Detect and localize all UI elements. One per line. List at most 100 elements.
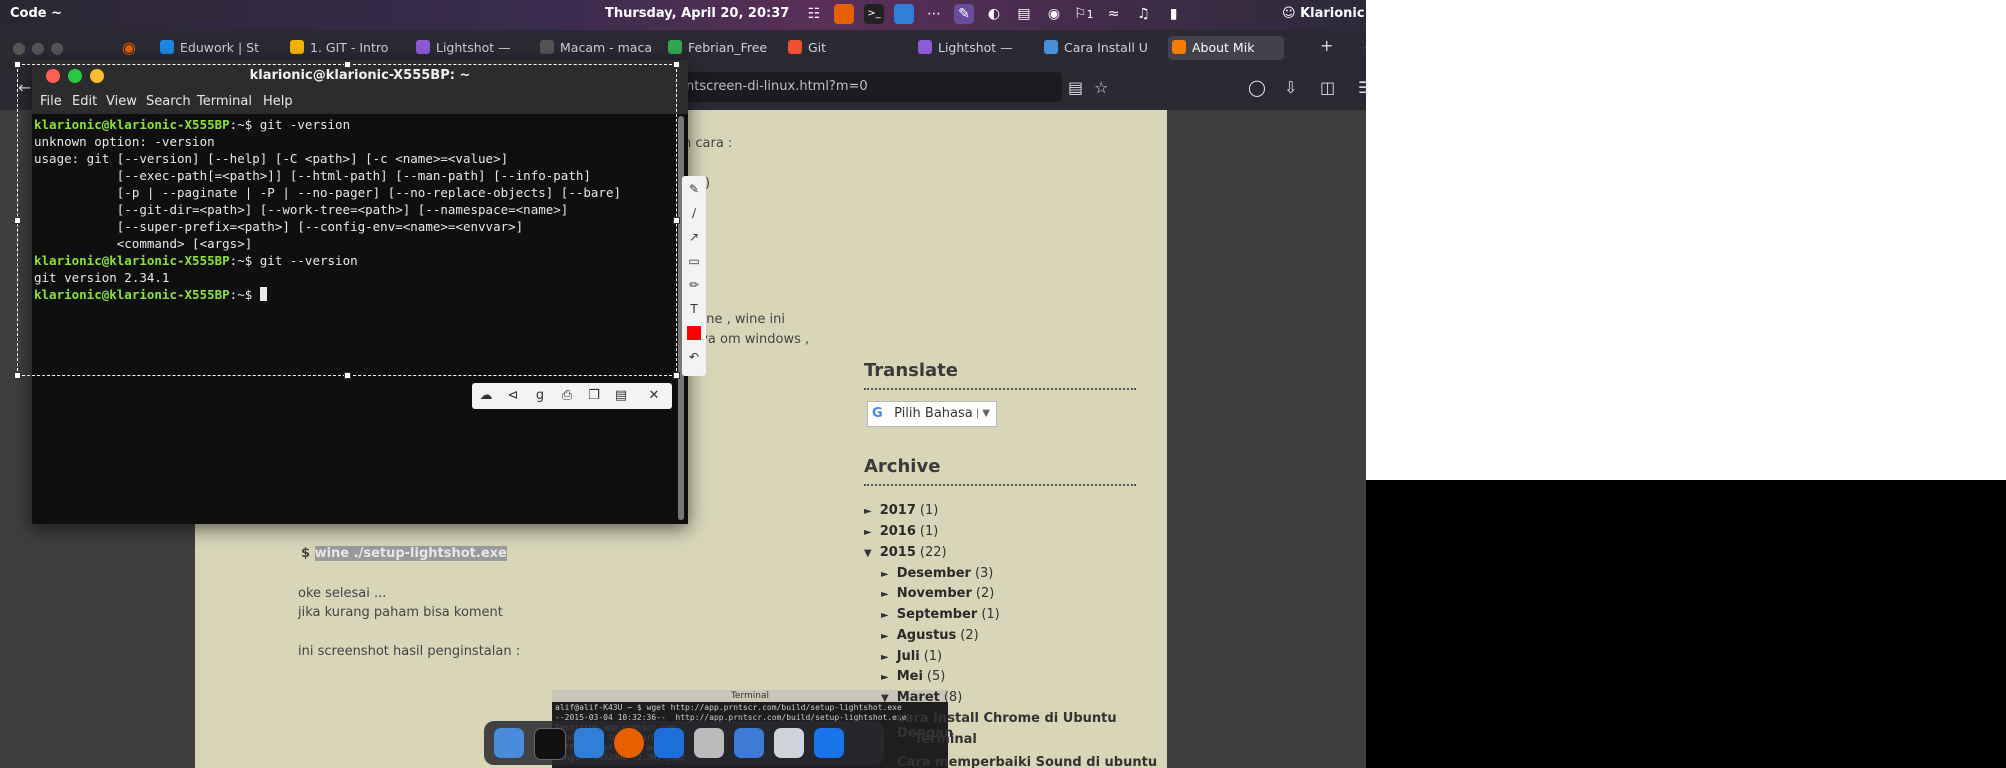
rectangle-icon[interactable]: ▭ bbox=[687, 254, 701, 268]
resize-handle[interactable] bbox=[14, 217, 21, 224]
archive-label[interactable]: Mei bbox=[897, 669, 923, 684]
software-dock-icon[interactable] bbox=[734, 728, 764, 758]
wifi-icon[interactable]: ≈ bbox=[1104, 4, 1124, 24]
bookmark-star-icon[interactable]: ☆ bbox=[1094, 78, 1108, 97]
expand-right-icon[interactable]: ► bbox=[881, 610, 889, 621]
vscode-tray-icon[interactable] bbox=[894, 4, 914, 24]
archive-label[interactable]: Desember bbox=[897, 566, 971, 581]
browser-tab[interactable]: Lightshot — bbox=[914, 36, 1030, 60]
expand-right-icon[interactable]: ► bbox=[881, 589, 889, 600]
pencil-icon[interactable]: ✎ bbox=[687, 182, 701, 196]
taskmanager-dock-icon[interactable] bbox=[654, 728, 684, 758]
translate-select[interactable]: G Pilih Bahasa | ▼ bbox=[867, 401, 997, 427]
archive-label[interactable]: 2016 bbox=[880, 524, 916, 539]
archive-post-link[interactable]: Terminal bbox=[914, 732, 977, 747]
extensions-icon[interactable]: ◫ bbox=[1320, 78, 1335, 97]
vscode-dock-icon[interactable] bbox=[574, 728, 604, 758]
menu-icon[interactable]: ☰ bbox=[1358, 78, 1366, 97]
browser-tab[interactable]: Febrian_Free bbox=[664, 36, 780, 60]
reader-view-icon[interactable]: ▤ bbox=[1068, 78, 1083, 97]
tab-list-icon[interactable]: ⌄ bbox=[1362, 36, 1366, 55]
files-dock-icon[interactable] bbox=[774, 728, 804, 758]
archive-item[interactable]: ▼ 2015 (22) bbox=[864, 545, 947, 560]
resize-handle[interactable] bbox=[673, 61, 680, 68]
expand-right-icon[interactable]: ► bbox=[881, 631, 889, 642]
active-app-label[interactable]: Code ~ bbox=[10, 6, 62, 21]
browser-tab[interactable]: Git bbox=[784, 36, 900, 60]
browser-tab[interactable]: Cara Install U bbox=[1040, 36, 1156, 60]
archive-label[interactable]: Juli bbox=[897, 649, 920, 664]
browser-tab[interactable]: Eduwork | St bbox=[156, 36, 272, 60]
expand-right-icon[interactable]: ► bbox=[881, 569, 889, 580]
browser-tab[interactable]: 1. GIT - Intro bbox=[286, 36, 402, 60]
line-icon[interactable]: ∕ bbox=[687, 206, 701, 220]
notification-icon[interactable]: ⚐1 bbox=[1074, 4, 1094, 24]
expand-right-icon[interactable]: ► bbox=[864, 527, 872, 538]
close-icon[interactable]: ✕ bbox=[646, 388, 662, 404]
browser-tab[interactable]: Lightshot — bbox=[412, 36, 528, 60]
archive-label[interactable]: Maret bbox=[897, 690, 940, 705]
archive-item[interactable]: ► 2017 (1) bbox=[864, 503, 938, 518]
expand-right-icon[interactable]: ► bbox=[881, 652, 889, 663]
marker-icon[interactable]: ✏ bbox=[687, 278, 701, 292]
appstore-dock-icon[interactable] bbox=[814, 728, 844, 758]
archive-item[interactable]: ► Desember (3) bbox=[881, 566, 993, 581]
arrow-icon[interactable]: ↗ bbox=[687, 230, 701, 244]
lightshot-tray-icon[interactable]: ✎ bbox=[954, 4, 974, 24]
user-name[interactable]: ☺ Klarionic bbox=[1282, 6, 1365, 21]
archive-label[interactable]: 2017 bbox=[880, 503, 916, 518]
expand-down-icon[interactable]: ▼ bbox=[864, 548, 872, 559]
resize-handle[interactable] bbox=[673, 217, 680, 224]
print-icon[interactable]: ⎙ bbox=[559, 388, 575, 404]
window-controls[interactable]: ● ● ● bbox=[12, 38, 64, 57]
archive-item[interactable]: ► 2016 (1) bbox=[864, 524, 938, 539]
browser-tab[interactable]: About Mik bbox=[1168, 36, 1284, 60]
firefox-view-icon[interactable]: ◉ bbox=[122, 38, 136, 57]
resize-handle[interactable] bbox=[14, 61, 21, 68]
archive-post-link[interactable]: Cara memperbaiki Sound di ubuntu bbox=[897, 755, 1157, 768]
archive-item[interactable]: ▼ Maret (8) bbox=[881, 690, 962, 705]
resize-handle[interactable] bbox=[344, 61, 351, 68]
expand-right-icon[interactable]: ► bbox=[864, 506, 872, 517]
resize-handle[interactable] bbox=[673, 372, 680, 379]
archive-item[interactable]: ► November (2) bbox=[881, 586, 994, 601]
save-icon[interactable]: ▤ bbox=[613, 388, 629, 404]
capture-selection[interactable] bbox=[14, 61, 680, 379]
undo-icon[interactable]: ↶ bbox=[687, 350, 701, 364]
archive-label[interactable]: Agustus bbox=[897, 628, 957, 643]
finder-icon[interactable] bbox=[494, 728, 524, 758]
archive-label[interactable]: 2015 bbox=[880, 545, 916, 560]
apps-grid-icon[interactable]: ☷ bbox=[804, 4, 824, 24]
text-tool-icon[interactable]: T bbox=[687, 302, 701, 316]
expand-down-icon[interactable]: ▼ bbox=[881, 693, 889, 704]
expand-right-icon[interactable]: ► bbox=[881, 672, 889, 683]
shield-icon[interactable]: ◉ bbox=[1044, 4, 1064, 24]
new-tab-icon[interactable]: + bbox=[1320, 36, 1333, 55]
resize-handle[interactable] bbox=[344, 372, 351, 379]
share-icon[interactable]: ⊲ bbox=[505, 388, 521, 404]
resize-handle[interactable] bbox=[14, 372, 21, 379]
color-swatch[interactable] bbox=[687, 326, 701, 340]
archive-label[interactable]: November bbox=[897, 586, 972, 601]
archive-item[interactable]: ► Juli (1) bbox=[881, 649, 942, 664]
more-icon[interactable]: ⋯ bbox=[924, 4, 944, 24]
firefox-tray-icon[interactable] bbox=[834, 4, 854, 24]
browser-tab[interactable]: Macam - macam bbox=[536, 36, 652, 60]
archive-label[interactable]: September bbox=[897, 607, 978, 622]
upload-icon[interactable]: ☁ bbox=[478, 388, 494, 404]
google-search-icon[interactable]: g bbox=[532, 388, 548, 404]
archive-item[interactable]: ► September (1) bbox=[881, 607, 1000, 622]
terminal-dock-icon[interactable] bbox=[534, 728, 566, 760]
downloads-icon[interactable]: ⇩ bbox=[1284, 78, 1297, 97]
toggle-icon[interactable]: ◐ bbox=[984, 4, 1004, 24]
archive-item[interactable]: ► Mei (5) bbox=[881, 669, 945, 684]
clock[interactable]: Thursday, April 20, 20:37 bbox=[605, 6, 789, 21]
music-icon[interactable]: ♫ bbox=[1134, 4, 1154, 24]
terminal-tray-icon[interactable]: >_ bbox=[864, 4, 884, 24]
firefox-dock-icon[interactable] bbox=[614, 728, 644, 758]
archive-item[interactable]: ► Agustus (2) bbox=[881, 628, 979, 643]
trash-dock-icon[interactable] bbox=[694, 728, 724, 758]
copy-icon[interactable]: ❐ bbox=[586, 388, 602, 404]
clipboard-icon[interactable]: ▤ bbox=[1014, 4, 1034, 24]
pocket-icon[interactable]: ◯ bbox=[1248, 78, 1266, 97]
